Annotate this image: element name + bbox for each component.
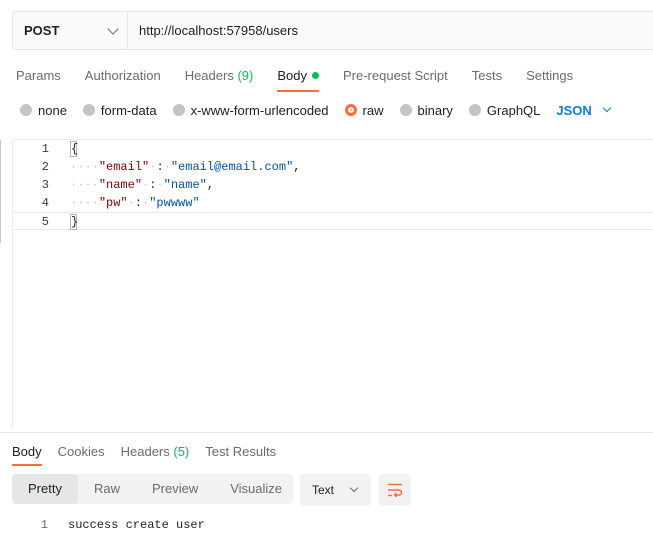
view-raw[interactable]: Raw bbox=[78, 474, 136, 504]
editor-line: 2 ····"email"·:·"email@email.com", bbox=[13, 158, 653, 176]
editor-current-line: 5 } bbox=[13, 212, 653, 230]
line-number: 1 bbox=[41, 142, 49, 156]
body-type-options: none form-data x-www-form-urlencoded raw… bbox=[20, 101, 612, 119]
radio-raw[interactable]: raw bbox=[344, 103, 384, 118]
radio-x-www-form-urlencoded[interactable]: x-www-form-urlencoded bbox=[172, 103, 329, 118]
method-select[interactable]: POST bbox=[13, 12, 128, 49]
json-value: "email@email.com" bbox=[170, 160, 294, 174]
body-modified-dot-icon bbox=[311, 71, 319, 79]
method-label: POST bbox=[24, 23, 60, 38]
tab-response-body[interactable]: Body bbox=[12, 444, 42, 466]
radio-graphql[interactable]: GraphQL bbox=[468, 103, 540, 118]
line-number: 3 bbox=[41, 178, 49, 192]
json-value: "pwwww" bbox=[149, 196, 200, 210]
radio-binary[interactable]: binary bbox=[399, 103, 453, 118]
radio-none[interactable]: none bbox=[20, 103, 67, 118]
editor-line: 4 ····"pw"·:·"pwwww" bbox=[13, 194, 653, 212]
request-url-bar: POST http://localhost:57958/users bbox=[12, 11, 653, 50]
response-text: success create user bbox=[68, 518, 205, 532]
line-number: 1 bbox=[40, 518, 48, 532]
tab-settings[interactable]: Settings bbox=[526, 68, 573, 83]
response-format-select[interactable]: Text bbox=[300, 474, 371, 506]
wrap-lines-button[interactable] bbox=[379, 474, 411, 506]
response-view-toggle: Pretty Raw Preview Visualize bbox=[12, 474, 293, 504]
view-visualize[interactable]: Visualize bbox=[214, 474, 298, 504]
wrap-lines-icon bbox=[388, 483, 403, 497]
json-value: "name" bbox=[163, 178, 207, 192]
response-body-line: 1 success create user bbox=[12, 516, 205, 534]
tab-params[interactable]: Params bbox=[16, 68, 61, 83]
tab-test-results[interactable]: Test Results bbox=[205, 444, 276, 459]
tab-body[interactable]: Body bbox=[277, 68, 319, 92]
tab-tests[interactable]: Tests bbox=[472, 68, 502, 83]
open-brace: { bbox=[70, 141, 79, 157]
editor-line: 1 { bbox=[13, 140, 653, 158]
pane-divider[interactable] bbox=[0, 432, 653, 433]
request-tabs: Params Authorization Headers (9) Body Pr… bbox=[16, 66, 597, 92]
json-key: "pw" bbox=[98, 196, 128, 210]
editor-left-rule bbox=[0, 140, 1, 243]
radio-icon bbox=[399, 104, 412, 116]
close-brace: } bbox=[70, 214, 79, 230]
json-key: "name" bbox=[98, 178, 143, 192]
tab-headers[interactable]: Headers (9) bbox=[185, 68, 254, 83]
radio-icon bbox=[468, 104, 481, 116]
url-input[interactable]: http://localhost:57958/users bbox=[128, 12, 653, 49]
view-preview[interactable]: Preview bbox=[136, 474, 214, 504]
tab-response-headers[interactable]: Headers (5) bbox=[121, 444, 190, 459]
line-number: 4 bbox=[41, 196, 49, 210]
tab-cookies[interactable]: Cookies bbox=[58, 444, 105, 459]
chevron-down-icon bbox=[107, 22, 119, 35]
json-key: "email" bbox=[98, 160, 150, 174]
request-body-editor[interactable]: 1 { 2 ····"email"·:·"email@email.com", 3… bbox=[12, 139, 653, 429]
tab-authorization[interactable]: Authorization bbox=[85, 68, 161, 83]
editor-line: 3 ····"name"·:·"name", bbox=[13, 176, 653, 194]
line-number: 5 bbox=[41, 215, 49, 229]
response-headers-count: (5) bbox=[173, 443, 190, 459]
line-number: 2 bbox=[41, 160, 49, 174]
language-select[interactable]: JSON bbox=[556, 103, 612, 118]
radio-checked-icon bbox=[344, 104, 357, 116]
radio-icon bbox=[20, 104, 32, 116]
view-pretty[interactable]: Pretty bbox=[12, 474, 78, 504]
radio-icon bbox=[172, 104, 185, 116]
chevron-down-icon bbox=[349, 483, 359, 493]
response-tabs: Body Cookies Headers (5) Test Results bbox=[12, 442, 292, 466]
headers-count: (9) bbox=[237, 67, 254, 83]
tab-pre-request-script[interactable]: Pre-request Script bbox=[343, 68, 448, 83]
radio-icon bbox=[82, 104, 95, 116]
radio-form-data[interactable]: form-data bbox=[82, 103, 157, 118]
chevron-down-icon bbox=[602, 103, 612, 113]
